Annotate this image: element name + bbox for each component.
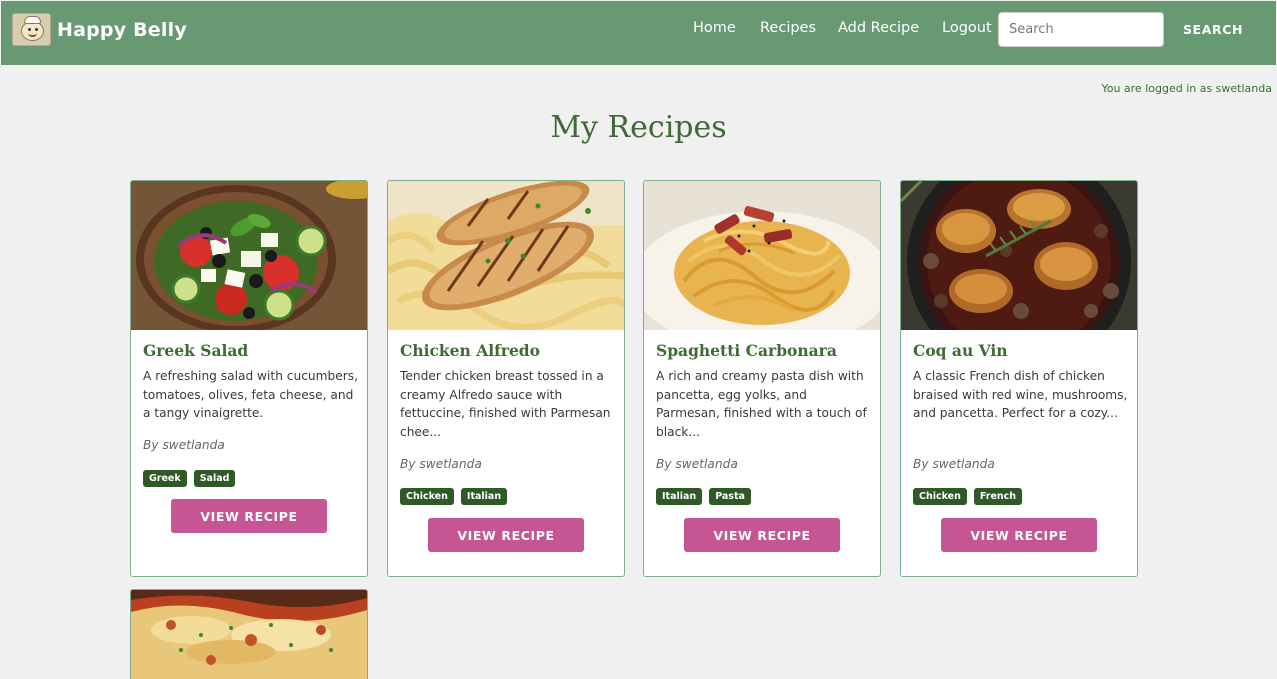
page-title: My Recipes <box>550 110 727 145</box>
recipe-author: By swetlanda <box>913 457 995 471</box>
tag-badge: Pasta <box>709 488 751 505</box>
brand-name[interactable]: Happy Belly <box>57 19 187 41</box>
recipe-tags: Chicken Italian <box>400 488 508 505</box>
nav-link-recipes[interactable]: Recipes <box>760 20 816 36</box>
recipe-title[interactable]: Chicken Alfredo <box>400 341 540 360</box>
tag-badge: Greek <box>143 470 187 487</box>
recipe-card: Chicken Alfredo Tender chicken breast to… <box>387 180 625 577</box>
tag-badge: Italian <box>460 488 508 505</box>
tag-badge: Chicken <box>913 488 967 505</box>
login-status: You are logged in as swetlanda <box>1101 82 1272 95</box>
nav-link-home[interactable]: Home <box>693 20 736 36</box>
recipe-card: Spaghetti Carbonara A rich and creamy pa… <box>643 180 881 577</box>
recipe-tags: Chicken French <box>913 488 1023 505</box>
tag-badge: French <box>973 488 1023 505</box>
recipe-title[interactable]: Coq au Vin <box>913 341 1008 360</box>
view-recipe-button[interactable]: VIEW RECIPE <box>428 518 584 552</box>
navbar: Happy Belly Home Recipes Add Recipe Logo… <box>1 1 1276 65</box>
chef-mascot-logo-icon <box>12 13 51 46</box>
tag-badge: Salad <box>193 470 236 487</box>
recipe-title[interactable]: Spaghetti Carbonara <box>656 341 837 360</box>
recipe-tags: Italian Pasta <box>656 488 751 505</box>
recipe-title[interactable]: Greek Salad <box>143 341 248 360</box>
recipe-card: Greek Salad A refreshing salad with cucu… <box>130 180 368 577</box>
recipe-card <box>130 589 368 679</box>
search-input[interactable] <box>998 12 1164 47</box>
recipe-image-spaghetti-carbonara <box>644 181 880 330</box>
nav-link-logout[interactable]: Logout <box>942 20 992 36</box>
recipe-description: A classic French dish of chicken braised… <box>913 369 1128 420</box>
search-button[interactable]: SEARCH <box>1173 14 1253 45</box>
recipe-description: A rich and creamy pasta dish with pancet… <box>656 369 867 439</box>
recipe-image-coq-au-vin <box>901 181 1137 330</box>
brand[interactable]: Happy Belly <box>12 13 187 46</box>
view-recipe-button[interactable]: VIEW RECIPE <box>941 518 1097 552</box>
nav-link-add-recipe[interactable]: Add Recipe <box>838 20 919 36</box>
recipe-description: A refreshing salad with cucumbers, tomat… <box>143 369 358 420</box>
view-recipe-button[interactable]: VIEW RECIPE <box>684 518 840 552</box>
recipe-image-lasagna <box>131 590 367 679</box>
recipe-author: By swetlanda <box>656 457 738 471</box>
recipe-description: Tender chicken breast tossed in a creamy… <box>400 369 611 439</box>
recipe-image-greek-salad <box>131 181 367 330</box>
recipe-card: Coq au Vin A classic French dish of chic… <box>900 180 1138 577</box>
recipe-tags: Greek Salad <box>143 470 236 487</box>
tag-badge: Chicken <box>400 488 454 505</box>
tag-badge: Italian <box>656 488 703 505</box>
recipe-image-chicken-alfredo <box>388 181 624 330</box>
recipe-author: By swetlanda <box>143 438 225 452</box>
recipe-author: By swetlanda <box>400 457 482 471</box>
view-recipe-button[interactable]: VIEW RECIPE <box>171 499 327 533</box>
